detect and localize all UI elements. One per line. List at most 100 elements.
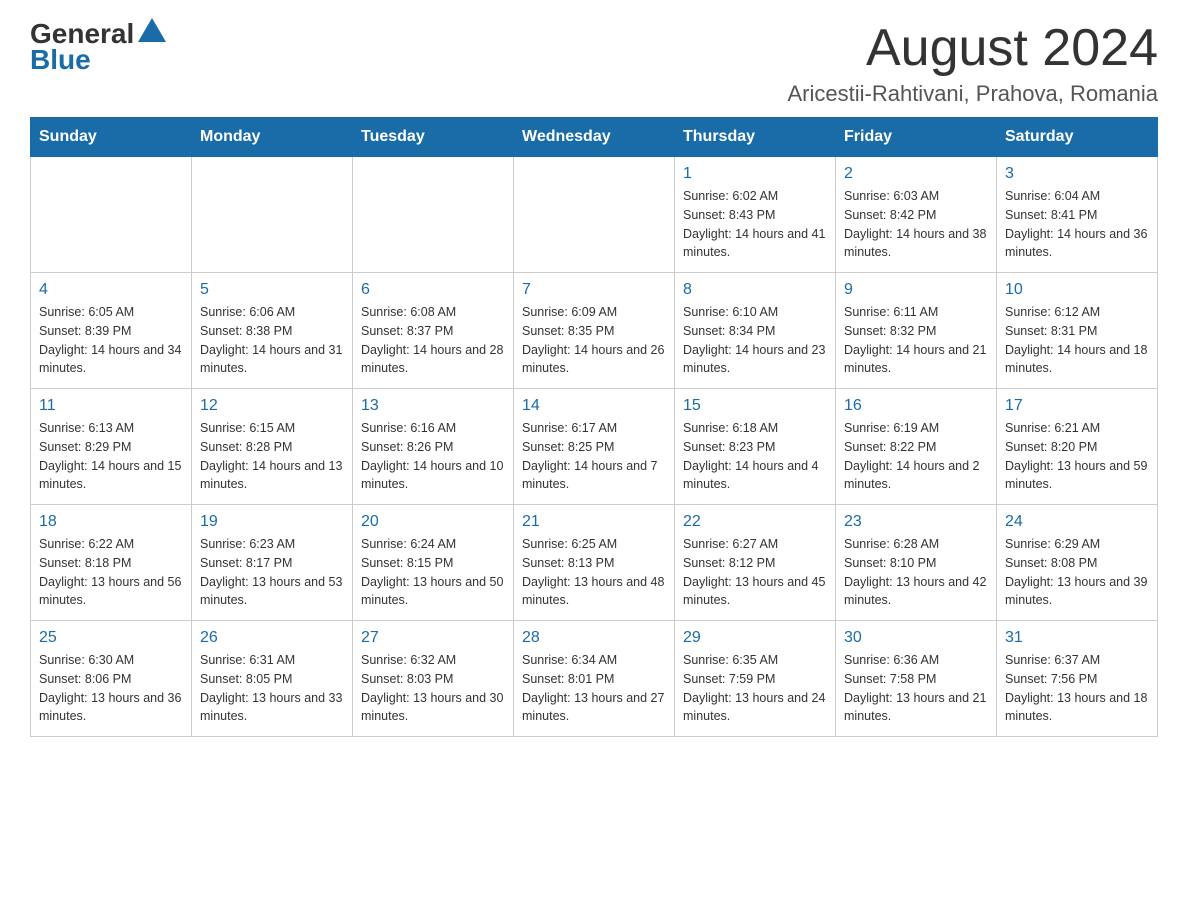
day-number: 10 (1005, 281, 1149, 299)
day-info: Sunrise: 6:23 AMSunset: 8:17 PMDaylight:… (200, 535, 344, 610)
calendar-cell: 17Sunrise: 6:21 AMSunset: 8:20 PMDayligh… (997, 389, 1158, 505)
day-number: 8 (683, 281, 827, 299)
calendar-cell: 6 Sunrise: 6:08 AMSunset: 8:37 PMDaylight… (353, 273, 514, 389)
day-number: 5 (200, 281, 344, 299)
logo-blue-text: Blue (30, 46, 166, 74)
calendar-cell (353, 157, 514, 273)
calendar-cell: 10 Sunrise: 6:12 AMSunset: 8:31 PMDayligh… (997, 273, 1158, 389)
day-info: Sunrise: 6:30 AMSunset: 8:06 PMDaylight:… (39, 651, 183, 726)
day-number: 1 (683, 165, 827, 183)
day-number: 31 (1005, 629, 1149, 647)
title-block: August 2024 Aricestii-Rahtivani, Prahova… (788, 20, 1159, 107)
calendar-week-row: 1Sunrise: 6:02 AMSunset: 8:43 PMDaylight… (31, 157, 1158, 273)
day-number: 22 (683, 513, 827, 531)
day-info: Sunrise: 6:24 AMSunset: 8:15 PMDaylight:… (361, 535, 505, 610)
calendar-cell: 11 Sunrise: 6:13 AMSunset: 8:29 PMDayligh… (31, 389, 192, 505)
day-info: Sunrise: 6:35 AMSunset: 7:59 PMDaylight:… (683, 651, 827, 726)
day-info: Sunrise: 6:13 AMSunset: 8:29 PMDaylight:… (39, 419, 183, 494)
day-number: 9 (844, 281, 988, 299)
day-number: 19 (200, 513, 344, 531)
calendar-cell: 9 Sunrise: 6:11 AMSunset: 8:32 PMDaylight… (836, 273, 997, 389)
column-header-thursday: Thursday (675, 118, 836, 157)
calendar-cell: 18 Sunrise: 6:22 AMSunset: 8:18 PMDayligh… (31, 505, 192, 621)
day-info: Sunrise: 6:18 AMSunset: 8:23 PMDaylight:… (683, 419, 827, 494)
day-number: 2 (844, 165, 988, 183)
calendar-cell: 25 Sunrise: 6:30 AMSunset: 8:06 PMDayligh… (31, 621, 192, 737)
day-number: 24 (1005, 513, 1149, 531)
calendar-cell: 19 Sunrise: 6:23 AMSunset: 8:17 PMDayligh… (192, 505, 353, 621)
day-number: 27 (361, 629, 505, 647)
column-header-tuesday: Tuesday (353, 118, 514, 157)
day-number: 18 (39, 513, 183, 531)
day-info: Sunrise: 6:08 AMSunset: 8:37 PMDaylight:… (361, 303, 505, 378)
calendar-cell: 4 Sunrise: 6:05 AMSunset: 8:39 PMDaylight… (31, 273, 192, 389)
day-number: 7 (522, 281, 666, 299)
day-number: 6 (361, 281, 505, 299)
day-info: Sunrise: 6:16 AMSunset: 8:26 PMDaylight:… (361, 419, 505, 494)
calendar-cell: 23 Sunrise: 6:28 AMSunset: 8:10 PMDayligh… (836, 505, 997, 621)
day-info: Sunrise: 6:34 AMSunset: 8:01 PMDaylight:… (522, 651, 666, 726)
day-info: Sunrise: 6:31 AMSunset: 8:05 PMDaylight:… (200, 651, 344, 726)
day-number: 14 (522, 397, 666, 415)
calendar-cell: 28 Sunrise: 6:34 AMSunset: 8:01 PMDayligh… (514, 621, 675, 737)
day-number: 11 (39, 397, 183, 415)
day-info: Sunrise: 6:05 AMSunset: 8:39 PMDaylight:… (39, 303, 183, 378)
calendar-cell: 16 Sunrise: 6:19 AMSunset: 8:22 PMDayligh… (836, 389, 997, 505)
calendar-cell: 3Sunrise: 6:04 AMSunset: 8:41 PMDaylight… (997, 157, 1158, 273)
day-info: Sunrise: 6:06 AMSunset: 8:38 PMDaylight:… (200, 303, 344, 378)
column-header-monday: Monday (192, 118, 353, 157)
calendar-subtitle: Aricestii-Rahtivani, Prahova, Romania (788, 81, 1159, 107)
calendar-cell: 13Sunrise: 6:16 AMSunset: 8:26 PMDayligh… (353, 389, 514, 505)
day-info: Sunrise: 6:19 AMSunset: 8:22 PMDaylight:… (844, 419, 988, 494)
day-number: 23 (844, 513, 988, 531)
calendar-cell: 15 Sunrise: 6:18 AMSunset: 8:23 PMDayligh… (675, 389, 836, 505)
day-number: 25 (39, 629, 183, 647)
column-header-wednesday: Wednesday (514, 118, 675, 157)
day-number: 28 (522, 629, 666, 647)
calendar-table: SundayMondayTuesdayWednesdayThursdayFrid… (30, 117, 1158, 737)
calendar-week-row: 4 Sunrise: 6:05 AMSunset: 8:39 PMDaylight… (31, 273, 1158, 389)
day-info: Sunrise: 6:27 AMSunset: 8:12 PMDaylight:… (683, 535, 827, 610)
day-info: Sunrise: 6:12 AMSunset: 8:31 PMDaylight:… (1005, 303, 1149, 378)
day-info: Sunrise: 6:11 AMSunset: 8:32 PMDaylight:… (844, 303, 988, 378)
day-number: 4 (39, 281, 183, 299)
calendar-header-row: SundayMondayTuesdayWednesdayThursdayFrid… (31, 118, 1158, 157)
day-info: Sunrise: 6:09 AMSunset: 8:35 PMDaylight:… (522, 303, 666, 378)
calendar-cell: 27 Sunrise: 6:32 AMSunset: 8:03 PMDayligh… (353, 621, 514, 737)
calendar-cell: 21Sunrise: 6:25 AMSunset: 8:13 PMDayligh… (514, 505, 675, 621)
calendar-cell: 14 Sunrise: 6:17 AMSunset: 8:25 PMDayligh… (514, 389, 675, 505)
day-number: 16 (844, 397, 988, 415)
day-number: 30 (844, 629, 988, 647)
day-number: 20 (361, 513, 505, 531)
day-info: Sunrise: 6:37 AMSunset: 7:56 PMDaylight:… (1005, 651, 1149, 726)
calendar-cell: 29Sunrise: 6:35 AMSunset: 7:59 PMDayligh… (675, 621, 836, 737)
calendar-cell (514, 157, 675, 273)
day-info: Sunrise: 6:17 AMSunset: 8:25 PMDaylight:… (522, 419, 666, 494)
column-header-sunday: Sunday (31, 118, 192, 157)
calendar-week-row: 25 Sunrise: 6:30 AMSunset: 8:06 PMDayligh… (31, 621, 1158, 737)
calendar-cell (31, 157, 192, 273)
calendar-cell: 24 Sunrise: 6:29 AMSunset: 8:08 PMDayligh… (997, 505, 1158, 621)
day-info: Sunrise: 6:10 AMSunset: 8:34 PMDaylight:… (683, 303, 827, 378)
day-info: Sunrise: 6:15 AMSunset: 8:28 PMDaylight:… (200, 419, 344, 494)
calendar-week-row: 11 Sunrise: 6:13 AMSunset: 8:29 PMDayligh… (31, 389, 1158, 505)
calendar-cell: 1Sunrise: 6:02 AMSunset: 8:43 PMDaylight… (675, 157, 836, 273)
day-info: Sunrise: 6:36 AMSunset: 7:58 PMDaylight:… (844, 651, 988, 726)
calendar-cell (192, 157, 353, 273)
day-number: 15 (683, 397, 827, 415)
calendar-cell: 12 Sunrise: 6:15 AMSunset: 8:28 PMDayligh… (192, 389, 353, 505)
day-number: 26 (200, 629, 344, 647)
calendar-cell: 2 Sunrise: 6:03 AMSunset: 8:42 PMDaylight… (836, 157, 997, 273)
calendar-week-row: 18 Sunrise: 6:22 AMSunset: 8:18 PMDayligh… (31, 505, 1158, 621)
day-info: Sunrise: 6:29 AMSunset: 8:08 PMDaylight:… (1005, 535, 1149, 610)
day-info: Sunrise: 6:32 AMSunset: 8:03 PMDaylight:… (361, 651, 505, 726)
day-info: Sunrise: 6:28 AMSunset: 8:10 PMDaylight:… (844, 535, 988, 610)
calendar-cell: 8 Sunrise: 6:10 AMSunset: 8:34 PMDaylight… (675, 273, 836, 389)
day-number: 12 (200, 397, 344, 415)
day-info: Sunrise: 6:22 AMSunset: 8:18 PMDaylight:… (39, 535, 183, 610)
day-info: Sunrise: 6:03 AMSunset: 8:42 PMDaylight:… (844, 187, 988, 262)
page-header: General Blue August 2024 Aricestii-Rahti… (30, 20, 1158, 107)
calendar-cell: 26 Sunrise: 6:31 AMSunset: 8:05 PMDayligh… (192, 621, 353, 737)
logo: General Blue (30, 20, 166, 74)
calendar-cell: 30 Sunrise: 6:36 AMSunset: 7:58 PMDayligh… (836, 621, 997, 737)
